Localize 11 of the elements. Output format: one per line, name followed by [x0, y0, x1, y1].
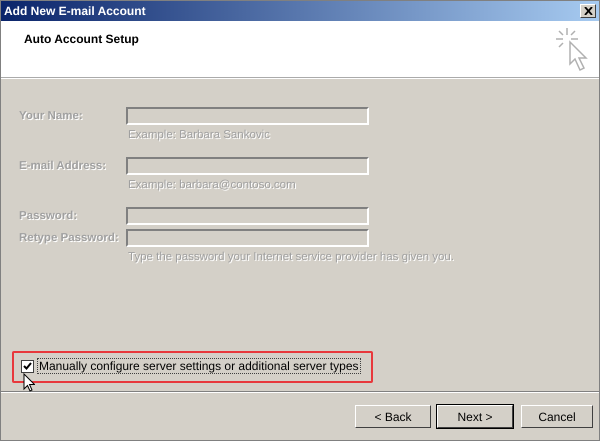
page-title: Auto Account Setup [24, 32, 139, 48]
checkbox-label[interactable]: Manually configure server settings or additional server types [37, 358, 360, 374]
dialog-button[interactable]: < Back [355, 405, 431, 428]
close-button[interactable] [580, 4, 596, 18]
close-icon [584, 7, 592, 15]
sparkle-cursor-icon [555, 27, 591, 73]
dialog-button[interactable]: Cancel [521, 405, 593, 428]
mouse-pointer-icon [23, 373, 35, 392]
dialog-button[interactable]: Next > [437, 405, 513, 428]
checkbox[interactable] [21, 360, 34, 372]
window-title: Add New E-mail Account [4, 4, 146, 18]
